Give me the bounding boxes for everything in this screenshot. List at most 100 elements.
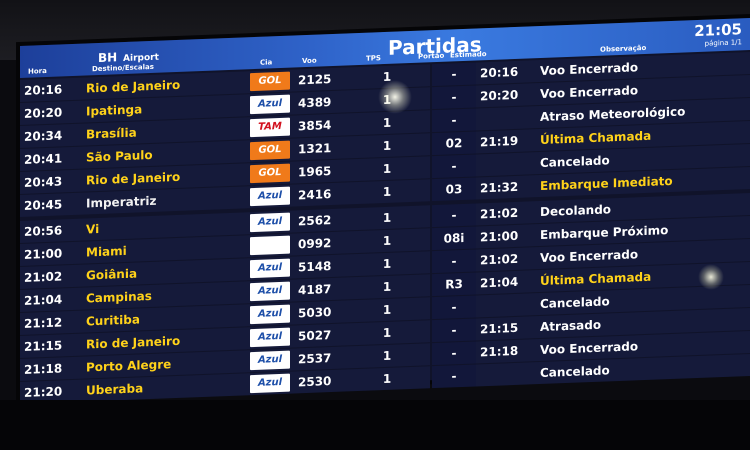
flight-number: 0992 (294, 231, 344, 256)
flight-number: 4389 (294, 90, 344, 115)
airline-cell: Azul (246, 371, 294, 396)
gate: - (432, 85, 476, 110)
flight-time: 21:12 (20, 310, 82, 335)
terminal: 1 (344, 87, 430, 113)
column-header-hora: Hora (28, 66, 47, 76)
flight-number: 2562 (294, 208, 344, 233)
column-header-cia: Cia (260, 58, 273, 67)
estimated-time: 21:18 (476, 339, 536, 364)
airline-logo-azul: Azul (250, 212, 290, 233)
estimated-time (476, 152, 536, 177)
airline-cell: Azul (246, 302, 294, 327)
clock: 21:05 página 1/1 (694, 20, 742, 48)
estimated-time: 21:00 (476, 224, 536, 249)
flight-time: 20:16 (20, 77, 82, 102)
flight-number: 5027 (294, 323, 344, 348)
gate: - (432, 203, 476, 228)
airline-logo-azul: Azul (250, 281, 290, 302)
estimated-time: 21:02 (476, 201, 536, 226)
terminal: 1 (344, 133, 430, 159)
gate: - (432, 341, 476, 366)
flight-number: 5030 (294, 300, 344, 325)
flight-time: 21:18 (20, 356, 82, 381)
airline-cell: Azul (246, 279, 294, 304)
terminal: 1 (344, 156, 430, 182)
terminal: 1 (344, 110, 430, 136)
airline-logo-gol: GOL (250, 71, 290, 92)
terminal: 1 (344, 343, 430, 369)
airline-logo-azul: Azul (250, 258, 290, 279)
airline-logo-azul: Azul (250, 304, 290, 325)
estimated-time: 21:32 (476, 175, 536, 200)
gate: - (432, 295, 476, 320)
terminal: 1 (344, 228, 430, 254)
airline-cell: TAM (246, 115, 294, 140)
estimated-time: 20:20 (476, 83, 536, 108)
column-header-observacao: Observação (600, 43, 647, 54)
flight-time: 20:41 (20, 146, 82, 171)
flight-number: 2530 (294, 369, 344, 394)
floor-background (0, 400, 750, 450)
gate: - (432, 249, 476, 274)
flight-time: 20:56 (20, 218, 82, 243)
flight-time: 20:20 (20, 100, 82, 125)
airline-cell: Azul (246, 325, 294, 350)
terminal: 1 (344, 251, 430, 277)
gate: - (432, 108, 476, 133)
estimated-time: 20:16 (476, 60, 536, 85)
flight-number: 5148 (294, 254, 344, 279)
airline-logo-tam: TAM (250, 117, 290, 138)
airline-cell (246, 233, 294, 258)
airline-logo-azul: Azul (250, 350, 290, 371)
estimated-time: 21:02 (476, 247, 536, 272)
flight-number: 1321 (294, 136, 344, 161)
flight-time: 21:00 (20, 241, 82, 266)
flight-number: 2125 (294, 67, 344, 92)
airline-cell: Azul (246, 184, 294, 209)
departures-board: BH Airport Partidas 21:05 página 1/1 Hor… (20, 17, 750, 404)
flight-time: 21:02 (20, 264, 82, 289)
estimated-time: 21:15 (476, 316, 536, 341)
terminal: 1 (344, 297, 430, 323)
flight-time: 20:34 (20, 123, 82, 148)
estimated-time (476, 293, 536, 318)
airline-cell: GOL (246, 161, 294, 186)
flight-number: 2537 (294, 346, 344, 371)
estimated-time (476, 362, 536, 387)
gate: 03 (432, 177, 476, 202)
airline-logo-gol: GOL (250, 163, 290, 184)
flight-number: 1965 (294, 159, 344, 184)
flight-time: 20:43 (20, 169, 82, 194)
airline-cell: GOL (246, 69, 294, 94)
flight-time: 21:15 (20, 333, 82, 358)
airline-logo-azul: Azul (250, 373, 290, 394)
airline-cell: Azul (246, 92, 294, 117)
gate: R3 (432, 272, 476, 297)
airline-cell: Azul (246, 256, 294, 281)
gate: 08i (432, 226, 476, 251)
column-header-voo: Voo (302, 56, 317, 66)
flight-list: 20:16 Rio de Janeiro GOL 2125 1-20:16 Voo Enc… (20, 51, 750, 405)
airline-cell: Azul (246, 348, 294, 373)
gate: - (432, 62, 476, 87)
estimated-time: 21:04 (476, 270, 536, 295)
flight-time: 20:45 (20, 192, 82, 217)
airline-logo-azul: Azul (250, 94, 290, 115)
logo-main-text: BH (98, 50, 118, 66)
airline-logo-gol: GOL (250, 140, 290, 161)
clock-time: 21:05 (694, 20, 742, 41)
airline-cell: Azul (246, 210, 294, 235)
terminal: 1 (344, 274, 430, 300)
terminal: 1 (344, 320, 430, 346)
column-header-tps: TPS (366, 54, 381, 63)
terminal: 1 (344, 64, 430, 90)
airline-logo (250, 235, 290, 256)
gate: 02 (432, 131, 476, 156)
terminal: 1 (344, 205, 430, 231)
flight-time: 21:04 (20, 287, 82, 312)
column-header-portao: Portão (418, 51, 445, 61)
terminal: 1 (344, 179, 430, 205)
column-header-estimado: Estimado (450, 50, 487, 60)
airline-logo-azul: Azul (250, 327, 290, 348)
airline-logo-azul: Azul (250, 186, 290, 207)
